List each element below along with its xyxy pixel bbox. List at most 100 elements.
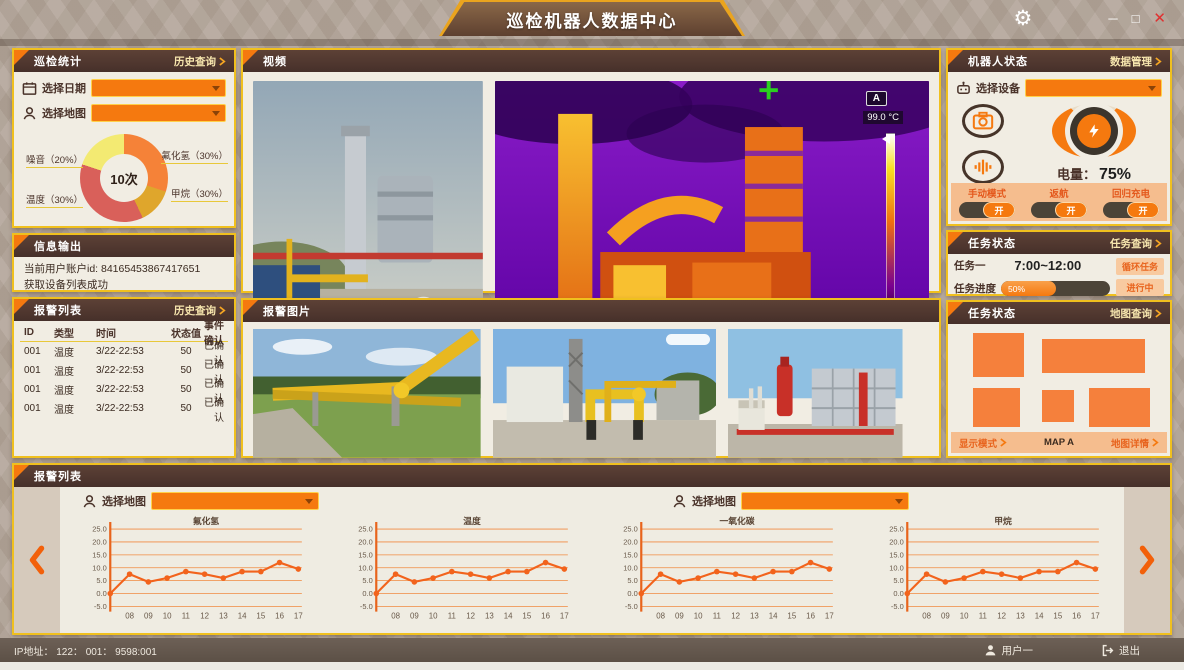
svg-text:09: 09 <box>675 612 684 621</box>
line-chart: 一氧化碳25.020.015.010.05.00.0-5.00809101112… <box>597 515 853 631</box>
panel-header: 巡检统计 历史查询 <box>14 50 234 72</box>
manual-mode-toggle[interactable]: 开 <box>959 202 1015 218</box>
alarm-image-pipeline[interactable] <box>253 329 481 458</box>
return-home-toggle[interactable]: 开 <box>1031 202 1087 218</box>
return-charge-toggle[interactable]: 开 <box>1103 202 1159 218</box>
table-row[interactable]: 001温度3/22-22:5350已确认 <box>20 342 228 361</box>
map-query-link[interactable]: 地图查询 <box>1110 306 1162 321</box>
table-row[interactable]: 001温度3/22-22:5350已确认 <box>20 399 228 418</box>
settings-gear-icon[interactable]: ⚙ <box>1014 8 1033 29</box>
table-cell: 001 <box>20 403 54 414</box>
svg-text:温度: 温度 <box>463 515 481 526</box>
current-user[interactable]: 用户一 <box>984 643 1034 658</box>
svg-text:08: 08 <box>391 612 400 621</box>
task-query-link[interactable]: 任务查询 <box>1110 236 1162 251</box>
robot-status-panel: 机器人状态 数据管理 选择设备 <box>946 48 1172 226</box>
svg-text:15.0: 15.0 <box>889 550 904 559</box>
task-progress-fill: 50% <box>1001 281 1056 296</box>
svg-text:12: 12 <box>997 612 1006 621</box>
page-title: 巡检机器人数据中心 <box>507 7 678 32</box>
alarm-image-station[interactable] <box>493 329 717 458</box>
svg-text:氟化氢: 氟化氢 <box>193 515 220 526</box>
svg-text:09: 09 <box>409 612 418 621</box>
svg-text:17: 17 <box>559 612 568 621</box>
panel-title: 信息输出 <box>34 238 82 254</box>
person-map-icon <box>82 494 97 509</box>
audio-waveform-icon <box>972 156 994 178</box>
calendar-icon <box>22 81 37 96</box>
table-row[interactable]: 001温度3/22-22:5350已确认 <box>20 380 228 399</box>
donut-chart-area: 10次 噪音（20%） 氟化氢（30%） 甲烷（30%） 温度（30%） <box>14 130 234 226</box>
chart-map-select-1[interactable] <box>151 492 319 510</box>
svg-text:10: 10 <box>163 612 172 621</box>
battery-text: 电量：75% <box>1057 164 1131 184</box>
date-select[interactable] <box>91 79 226 97</box>
user-account-line: 当前用户账户id: 84165453867417651 <box>24 261 224 277</box>
status-bar: IP地址： 122： 001： 9598:001 用户一 退出 <box>0 638 1184 662</box>
table-cell: 50 <box>168 346 204 357</box>
svg-text:一氧化碳: 一氧化碳 <box>720 515 755 526</box>
task-status-panel: 任务状态 任务查询 任务一 7:00~12:00 任务进度 50% <box>946 230 1172 296</box>
table-cell: 50 <box>168 403 204 414</box>
svg-text:15.0: 15.0 <box>358 550 373 559</box>
svg-text:15: 15 <box>256 612 265 621</box>
table-row[interactable]: 001温度3/22-22:5350已确认 <box>20 361 228 380</box>
chevron-right-icon <box>1155 57 1162 66</box>
task-name: 任务一 <box>954 258 986 273</box>
panel-title: 机器人状态 <box>968 53 1028 69</box>
display-mode-link[interactable]: 显示模式 <box>959 436 1007 450</box>
battery-bolt-icon <box>1077 114 1111 148</box>
donut-label: 氟化氢（30%） <box>161 148 228 164</box>
minimize-button[interactable]: ─ <box>1108 12 1117 25</box>
task-progress-bar: 50% <box>1001 281 1110 296</box>
task-state-badge: 进行中 <box>1116 279 1164 296</box>
ip-address-label: IP地址： 122： 001： 9598:001 <box>14 643 157 658</box>
chevron-right-icon <box>1000 438 1007 447</box>
history-query-link[interactable]: 历史查询 <box>174 54 226 69</box>
alarm-charts-panel: 报警列表 选择地图 选择地图 氟化氢25.020.015.010.05.00.0… <box>12 463 1172 635</box>
carousel-right-arrow[interactable] <box>1138 545 1156 575</box>
svg-text:16: 16 <box>541 612 550 621</box>
map-footer: 显示模式 MAP A 地图详情 <box>951 432 1167 453</box>
carousel-left-arrow[interactable] <box>28 545 46 575</box>
data-management-link[interactable]: 数据管理 <box>1110 54 1162 69</box>
history-query-link[interactable]: 历史查询 <box>174 303 226 318</box>
svg-text:25.0: 25.0 <box>889 525 904 534</box>
panel-title: 报警图片 <box>263 303 311 319</box>
svg-text:15: 15 <box>522 612 531 621</box>
svg-text:13: 13 <box>484 612 493 621</box>
map-select[interactable] <box>91 104 226 122</box>
table-cell: 3/22-22:53 <box>96 403 168 414</box>
chevron-right-icon <box>1155 239 1162 248</box>
svg-text:08: 08 <box>656 612 665 621</box>
svg-text:20.0: 20.0 <box>358 538 373 547</box>
map-block <box>973 333 1025 378</box>
alarm-image-tanks[interactable] <box>728 329 903 458</box>
audio-button[interactable] <box>962 150 1004 184</box>
app-title-banner: 巡检机器人数据中心 <box>439 0 745 36</box>
camera-button[interactable] <box>962 104 1004 138</box>
table-cell: 3/22-22:53 <box>96 384 168 395</box>
chart-map-select-2[interactable] <box>741 492 909 510</box>
map-detail-link[interactable]: 地图详情 <box>1111 436 1159 450</box>
alarm-list-panel: 报警列表 历史查询 ID 类型 时间 状态值 事件确认 001温度3/22-22… <box>12 297 236 458</box>
map-block <box>973 388 1021 427</box>
line-chart: 温度25.020.015.010.05.00.0-5.0080910111213… <box>332 515 588 631</box>
svg-text:08: 08 <box>125 612 134 621</box>
svg-text:5.0: 5.0 <box>96 576 106 585</box>
svg-text:10: 10 <box>694 612 703 621</box>
inspection-donut: 10次 <box>80 134 168 222</box>
close-button[interactable]: ✕ <box>1153 11 1166 26</box>
progress-label: 任务进度 <box>954 281 996 296</box>
table-cell: 温度 <box>54 382 96 397</box>
chevron-right-icon <box>1155 309 1162 318</box>
svg-text:25.0: 25.0 <box>623 525 638 534</box>
device-select[interactable] <box>1025 79 1162 97</box>
maximize-button[interactable]: □ <box>1132 12 1140 25</box>
info-output-panel: 信息输出 当前用户账户id: 84165453867417651 获取设备列表成… <box>12 233 236 292</box>
map-canvas[interactable] <box>951 324 1167 431</box>
table-cell: 50 <box>168 365 204 376</box>
device-select-label: 选择设备 <box>976 80 1020 96</box>
logout-button[interactable]: 退出 <box>1101 643 1140 658</box>
watermark-badge <box>666 334 710 345</box>
